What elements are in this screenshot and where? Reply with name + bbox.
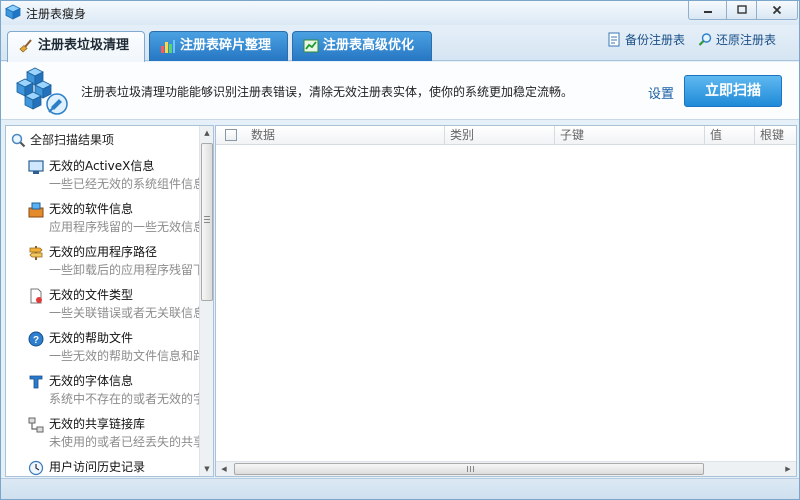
magnifier-icon bbox=[11, 133, 26, 148]
tab-registry-cleanup[interactable]: 注册表垃圾清理 bbox=[7, 31, 145, 62]
tab-label: 注册表高级优化 bbox=[323, 38, 415, 53]
history-clock-icon bbox=[28, 460, 44, 476]
category-item-software[interactable]: 无效的软件信息 应用程序残留的一些无效信息 bbox=[28, 201, 200, 241]
category-list-scrollbar[interactable]: ▲ ▼ bbox=[199, 126, 213, 476]
close-icon bbox=[772, 5, 782, 15]
help-icon: ? bbox=[28, 331, 44, 347]
tree-root-all-results[interactable]: 全部扫描结果项 bbox=[10, 132, 114, 150]
column-header-root-key[interactable]: 根键 bbox=[755, 126, 796, 145]
scroll-down-arrow-icon[interactable]: ▼ bbox=[200, 462, 213, 476]
category-item-history[interactable]: 用户访问历史记录 bbox=[28, 459, 200, 476]
category-description: 未使用的或者已经丢失的共享 bbox=[49, 435, 200, 449]
tab-label: 注册表碎片整理 bbox=[180, 38, 272, 53]
signpost-icon bbox=[29, 246, 43, 260]
tab-registry-optimize[interactable]: 注册表高级优化 bbox=[292, 31, 432, 61]
scan-category-list: 全部扫描结果项 无效的ActiveX信息 一些已经无效的系统组件信息 无效的软件… bbox=[5, 125, 214, 477]
defrag-blocks-icon bbox=[161, 40, 175, 53]
category-title: 无效的共享链接库 bbox=[49, 417, 146, 431]
scan-results-grid: 数据 类别 子键 值 根键 ◀ ▶ bbox=[215, 125, 797, 477]
category-item-shared-dlls[interactable]: 无效的共享链接库 未使用的或者已经丢失的共享 bbox=[28, 416, 200, 456]
scroll-left-arrow-icon[interactable]: ◀ bbox=[217, 462, 231, 476]
category-item-file-types[interactable]: 无效的文件类型 一些关联错误或者无关联信息 bbox=[28, 287, 200, 327]
tab-registry-defrag[interactable]: 注册表碎片整理 bbox=[149, 31, 288, 61]
category-title: 无效的应用程序路径 bbox=[49, 245, 158, 259]
column-header-value[interactable]: 值 bbox=[705, 126, 755, 145]
category-description: 一些已经无效的系统组件信息 bbox=[49, 177, 200, 191]
info-bar: 注册表垃圾清理功能能够识别注册表错误，清除无效注册表实体，使你的系统更加稳定流畅… bbox=[1, 62, 799, 120]
software-box-icon bbox=[28, 202, 44, 218]
select-all-column bbox=[216, 126, 246, 145]
backup-registry-link[interactable]: 备份注册表 bbox=[607, 32, 685, 48]
grid-header: 数据 类别 子键 值 根键 bbox=[216, 126, 796, 145]
category-description: 应用程序残留的一些无效信息 bbox=[49, 220, 200, 234]
file-type-icon bbox=[30, 288, 42, 304]
category-description: 系统中不存在的或者无效的字 bbox=[49, 392, 200, 406]
svg-text:?: ? bbox=[33, 335, 39, 346]
scroll-right-arrow-icon[interactable]: ▶ bbox=[781, 462, 795, 476]
status-bar bbox=[1, 478, 799, 499]
grip-icon bbox=[204, 216, 210, 223]
category-description: 一些卸载后的应用程序残留下 bbox=[49, 263, 200, 277]
category-title: 无效的帮助文件 bbox=[49, 331, 134, 345]
category-title: 用户访问历史记录 bbox=[49, 460, 146, 474]
scan-now-button[interactable]: 立即扫描 bbox=[684, 75, 782, 107]
maximize-icon bbox=[736, 5, 747, 14]
restore-search-icon bbox=[698, 33, 712, 46]
column-header-data[interactable]: 数据 bbox=[246, 126, 445, 145]
grid-horizontal-scrollbar[interactable]: ◀ ▶ bbox=[216, 461, 796, 476]
category-item-help-files[interactable]: ? 无效的帮助文件 一些无效的帮助文件信息和路 bbox=[28, 330, 200, 370]
shared-library-icon bbox=[28, 417, 44, 433]
activex-icon bbox=[28, 160, 44, 174]
category-title: 无效的字体信息 bbox=[49, 374, 134, 388]
category-item-app-paths[interactable]: 无效的应用程序路径 一些卸载后的应用程序残留下 bbox=[28, 244, 200, 284]
select-all-checkbox[interactable] bbox=[225, 129, 237, 141]
info-description: 注册表垃圾清理功能能够识别注册表错误，清除无效注册表实体，使你的系统更加稳定流畅… bbox=[81, 85, 574, 99]
horizontal-scroll-thumb[interactable] bbox=[234, 463, 704, 475]
category-description: 一些关联错误或者无关联信息 bbox=[49, 306, 200, 320]
minimize-icon bbox=[703, 11, 712, 13]
category-title: 无效的文件类型 bbox=[49, 288, 134, 302]
font-icon bbox=[29, 375, 43, 389]
minimize-button[interactable] bbox=[688, 1, 727, 20]
settings-link[interactable]: 设置 bbox=[648, 83, 674, 102]
close-button[interactable] bbox=[756, 1, 798, 20]
window-title: 注册表瘦身 bbox=[26, 7, 87, 21]
registry-cubes-icon bbox=[16, 67, 68, 115]
vertical-scroll-thumb[interactable] bbox=[201, 143, 213, 301]
backup-document-icon bbox=[608, 32, 620, 47]
broom-icon bbox=[19, 39, 32, 53]
category-title: 无效的软件信息 bbox=[49, 202, 134, 216]
tab-label: 注册表垃圾清理 bbox=[38, 38, 130, 53]
tab-bar: 注册表垃圾清理 注册表碎片整理 注册表高级优化 备份注册表 还原注册表 bbox=[1, 25, 799, 62]
chart-icon bbox=[303, 39, 319, 53]
category-title: 无效的ActiveX信息 bbox=[49, 159, 155, 173]
tree-root-label: 全部扫描结果项 bbox=[30, 133, 115, 147]
maximize-button[interactable] bbox=[726, 1, 757, 20]
restore-registry-link[interactable]: 还原注册表 bbox=[698, 32, 776, 48]
app-window: 注册表瘦身 注册表垃圾清理 注册表碎片整理 注册表高级优化 备份注册表 还原注册… bbox=[0, 0, 800, 500]
category-item-fonts[interactable]: 无效的字体信息 系统中不存在的或者无效的字 bbox=[28, 373, 200, 413]
column-header-subkey[interactable]: 子键 bbox=[555, 126, 705, 145]
scroll-up-arrow-icon[interactable]: ▲ bbox=[200, 126, 213, 140]
category-item-activex[interactable]: 无效的ActiveX信息 一些已经无效的系统组件信息 bbox=[28, 158, 200, 198]
app-cube-icon bbox=[5, 4, 21, 20]
title-bar: 注册表瘦身 bbox=[1, 1, 799, 25]
backup-label: 备份注册表 bbox=[625, 33, 686, 47]
column-header-type[interactable]: 类别 bbox=[445, 126, 555, 145]
restore-label: 还原注册表 bbox=[716, 33, 777, 47]
grip-icon bbox=[467, 466, 474, 472]
category-description: 一些无效的帮助文件信息和路 bbox=[49, 349, 200, 363]
